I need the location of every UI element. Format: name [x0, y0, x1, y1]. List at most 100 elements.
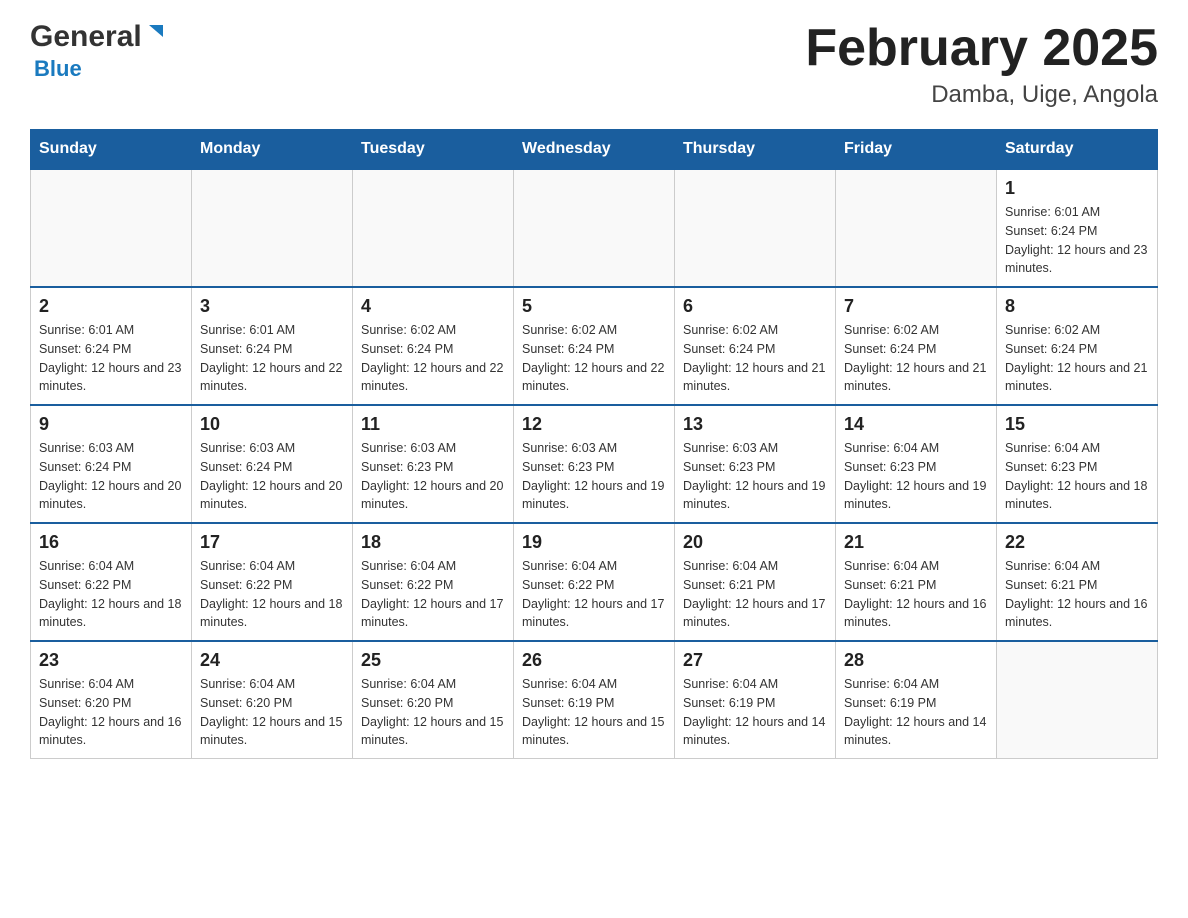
table-row: 6 Sunrise: 6:02 AMSunset: 6:24 PMDaylight…: [675, 287, 836, 405]
day-info: Sunrise: 6:04 AMSunset: 6:22 PMDaylight:…: [39, 557, 183, 632]
header-friday: Friday: [836, 130, 997, 170]
day-number: 5: [522, 296, 666, 317]
day-number: 7: [844, 296, 988, 317]
day-info: Sunrise: 6:04 AMSunset: 6:19 PMDaylight:…: [844, 675, 988, 750]
table-row: 27 Sunrise: 6:04 AMSunset: 6:19 PMDayligh…: [675, 641, 836, 759]
table-row: 16 Sunrise: 6:04 AMSunset: 6:22 PMDayligh…: [31, 523, 192, 641]
table-row: 19 Sunrise: 6:04 AMSunset: 6:22 PMDayligh…: [514, 523, 675, 641]
day-number: 27: [683, 650, 827, 671]
page-header: General Blue February 2025 Damba, Uige, …: [30, 20, 1158, 109]
table-row: 17 Sunrise: 6:04 AMSunset: 6:22 PMDayligh…: [192, 523, 353, 641]
day-info: Sunrise: 6:04 AMSunset: 6:21 PMDaylight:…: [844, 557, 988, 632]
table-row: 10 Sunrise: 6:03 AMSunset: 6:24 PMDayligh…: [192, 405, 353, 523]
day-number: 25: [361, 650, 505, 671]
day-info: Sunrise: 6:03 AMSunset: 6:24 PMDaylight:…: [39, 439, 183, 514]
table-row: 7Sunrise: 6:02 AMSunset: 6:24 PMDaylight…: [836, 287, 997, 405]
header-saturday: Saturday: [997, 130, 1158, 170]
day-number: 12: [522, 414, 666, 435]
calendar-title: February 2025: [805, 20, 1158, 77]
table-row: 3Sunrise: 6:01 AMSunset: 6:24 PMDaylight…: [192, 287, 353, 405]
day-number: 10: [200, 414, 344, 435]
table-row: 24 Sunrise: 6:04 AMSunset: 6:20 PMDayligh…: [192, 641, 353, 759]
day-info: Sunrise: 6:04 AMSunset: 6:21 PMDaylight:…: [683, 557, 827, 632]
logo: General Blue: [30, 20, 167, 82]
calendar-week-row: 9Sunrise: 6:03 AMSunset: 6:24 PMDaylight…: [31, 405, 1158, 523]
header-sunday: Sunday: [31, 130, 192, 170]
calendar-week-row: 23 Sunrise: 6:04 AMSunset: 6:20 PMDayligh…: [31, 641, 1158, 759]
day-number: 17: [200, 532, 344, 553]
day-number: 24: [200, 650, 344, 671]
table-row: 4 Sunrise: 6:02 AMSunset: 6:24 PMDaylight…: [353, 287, 514, 405]
day-number: 2: [39, 296, 183, 317]
day-info: Sunrise: 6:03 AMSunset: 6:24 PMDaylight:…: [200, 439, 344, 514]
day-number: 6: [683, 296, 827, 317]
day-info: Sunrise: 6:04 AMSunset: 6:20 PMDaylight:…: [200, 675, 344, 750]
day-number: 22: [1005, 532, 1149, 553]
calendar-week-row: 16 Sunrise: 6:04 AMSunset: 6:22 PMDayligh…: [31, 523, 1158, 641]
calendar-table: Sunday Monday Tuesday Wednesday Thursday…: [30, 129, 1158, 759]
table-row: [836, 169, 997, 287]
day-info: Sunrise: 6:03 AMSunset: 6:23 PMDaylight:…: [683, 439, 827, 514]
day-number: 21: [844, 532, 988, 553]
calendar-week-row: 1Sunrise: 6:01 AMSunset: 6:24 PMDaylight…: [31, 169, 1158, 287]
weekday-header-row: Sunday Monday Tuesday Wednesday Thursday…: [31, 130, 1158, 170]
table-row: 22 Sunrise: 6:04 AMSunset: 6:21 PMDayligh…: [997, 523, 1158, 641]
logo-general-text: General: [30, 20, 142, 54]
calendar-subtitle: Damba, Uige, Angola: [805, 81, 1158, 109]
logo-blue-text: Blue: [34, 56, 82, 82]
day-number: 4: [361, 296, 505, 317]
table-row: 13 Sunrise: 6:03 AMSunset: 6:23 PMDayligh…: [675, 405, 836, 523]
day-info: Sunrise: 6:02 AMSunset: 6:24 PMDaylight:…: [522, 321, 666, 396]
day-info: Sunrise: 6:04 AMSunset: 6:20 PMDaylight:…: [361, 675, 505, 750]
header-wednesday: Wednesday: [514, 130, 675, 170]
table-row: 26 Sunrise: 6:04 AMSunset: 6:19 PMDayligh…: [514, 641, 675, 759]
day-number: 13: [683, 414, 827, 435]
table-row: [353, 169, 514, 287]
table-row: 15 Sunrise: 6:04 AMSunset: 6:23 PMDayligh…: [997, 405, 1158, 523]
table-row: [675, 169, 836, 287]
day-number: 15: [1005, 414, 1149, 435]
day-info: Sunrise: 6:04 AMSunset: 6:21 PMDaylight:…: [1005, 557, 1149, 632]
day-number: 8: [1005, 296, 1149, 317]
day-info: Sunrise: 6:04 AMSunset: 6:19 PMDaylight:…: [522, 675, 666, 750]
day-info: Sunrise: 6:04 AMSunset: 6:23 PMDaylight:…: [844, 439, 988, 514]
day-info: Sunrise: 6:01 AMSunset: 6:24 PMDaylight:…: [39, 321, 183, 396]
table-row: [192, 169, 353, 287]
day-number: 11: [361, 414, 505, 435]
day-number: 3: [200, 296, 344, 317]
day-info: Sunrise: 6:03 AMSunset: 6:23 PMDaylight:…: [361, 439, 505, 514]
day-info: Sunrise: 6:04 AMSunset: 6:19 PMDaylight:…: [683, 675, 827, 750]
day-info: Sunrise: 6:02 AMSunset: 6:24 PMDaylight:…: [683, 321, 827, 396]
day-number: 1: [1005, 178, 1149, 199]
table-row: 9Sunrise: 6:03 AMSunset: 6:24 PMDaylight…: [31, 405, 192, 523]
day-info: Sunrise: 6:02 AMSunset: 6:24 PMDaylight:…: [1005, 321, 1149, 396]
header-monday: Monday: [192, 130, 353, 170]
table-row: 23 Sunrise: 6:04 AMSunset: 6:20 PMDayligh…: [31, 641, 192, 759]
table-row: [31, 169, 192, 287]
day-info: Sunrise: 6:04 AMSunset: 6:22 PMDaylight:…: [522, 557, 666, 632]
day-number: 19: [522, 532, 666, 553]
day-number: 28: [844, 650, 988, 671]
table-row: 2 Sunrise: 6:01 AMSunset: 6:24 PMDaylight…: [31, 287, 192, 405]
header-thursday: Thursday: [675, 130, 836, 170]
day-info: Sunrise: 6:04 AMSunset: 6:20 PMDaylight:…: [39, 675, 183, 750]
table-row: 28 Sunrise: 6:04 AMSunset: 6:19 PMDayligh…: [836, 641, 997, 759]
table-row: 20Sunrise: 6:04 AMSunset: 6:21 PMDayligh…: [675, 523, 836, 641]
table-row: [514, 169, 675, 287]
day-info: Sunrise: 6:02 AMSunset: 6:24 PMDaylight:…: [361, 321, 505, 396]
day-info: Sunrise: 6:04 AMSunset: 6:22 PMDaylight:…: [200, 557, 344, 632]
day-number: 26: [522, 650, 666, 671]
logo-arrow-icon: [145, 21, 167, 48]
table-row: 18Sunrise: 6:04 AMSunset: 6:22 PMDayligh…: [353, 523, 514, 641]
header-tuesday: Tuesday: [353, 130, 514, 170]
day-info: Sunrise: 6:04 AMSunset: 6:22 PMDaylight:…: [361, 557, 505, 632]
day-number: 23: [39, 650, 183, 671]
day-number: 16: [39, 532, 183, 553]
calendar-week-row: 2 Sunrise: 6:01 AMSunset: 6:24 PMDaylight…: [31, 287, 1158, 405]
table-row: 11 Sunrise: 6:03 AMSunset: 6:23 PMDayligh…: [353, 405, 514, 523]
day-info: Sunrise: 6:03 AMSunset: 6:23 PMDaylight:…: [522, 439, 666, 514]
table-row: 1Sunrise: 6:01 AMSunset: 6:24 PMDaylight…: [997, 169, 1158, 287]
day-info: Sunrise: 6:04 AMSunset: 6:23 PMDaylight:…: [1005, 439, 1149, 514]
title-area: February 2025 Damba, Uige, Angola: [805, 20, 1158, 109]
table-row: 8 Sunrise: 6:02 AMSunset: 6:24 PMDaylight…: [997, 287, 1158, 405]
